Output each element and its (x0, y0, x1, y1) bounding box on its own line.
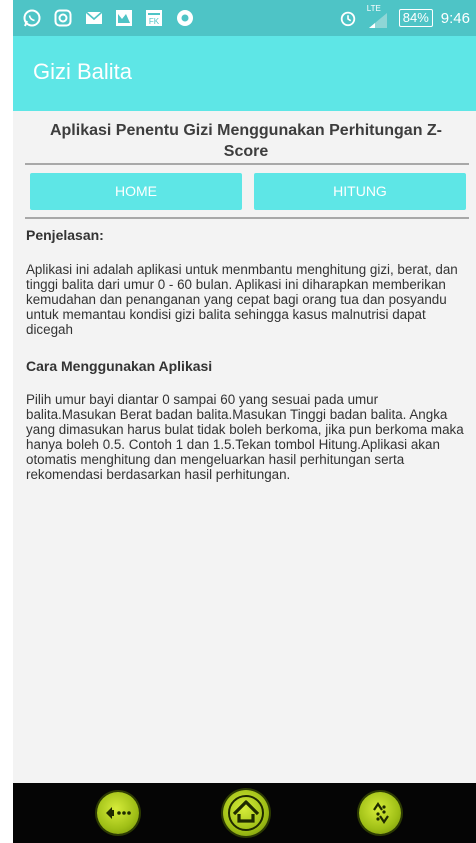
app-title: Gizi Balita (33, 59, 133, 84)
fk-app-icon: FK (146, 10, 162, 26)
gallery-icon (116, 10, 132, 26)
signal-icon: LTE (365, 4, 391, 29)
divider-bottom (25, 217, 469, 219)
section-heading-usage: Cara Menggunakan Aplikasi (26, 358, 213, 374)
recents-icon (373, 802, 389, 824)
tab-hitung[interactable]: HITUNG (254, 173, 466, 210)
back-button[interactable] (97, 792, 139, 834)
svg-text:FK: FK (149, 17, 160, 26)
home-button[interactable] (223, 790, 269, 836)
status-bar: FK LTE 84% 9:46 (13, 0, 476, 36)
app-bar: Gizi Balita (13, 36, 476, 111)
whatsapp-icon (23, 9, 41, 27)
phone-screen: FK LTE 84% 9:46 Gizi Balita Aplikasi Pen… (13, 0, 476, 843)
chrome-icon (177, 10, 193, 26)
battery-level: 84% (398, 9, 433, 27)
status-right: LTE 84% 9:46 (339, 4, 470, 30)
navigation-bar (13, 783, 476, 843)
page-subtitle: Aplikasi Penentu Gizi Menggunakan Perhit… (49, 122, 443, 160)
mail-icon (85, 11, 103, 24)
home-icon (228, 795, 264, 831)
content-area: Penjelasan: Aplikasi ini adalah aplikasi… (26, 227, 468, 483)
section-heading-explanation: Penjelasan: (26, 227, 104, 243)
recents-button[interactable] (359, 792, 401, 834)
tab-home[interactable]: HOME (30, 173, 242, 210)
instagram-icon (54, 9, 72, 27)
explanation-text: Aplikasi ini adalah aplikasi untuk menmb… (26, 262, 458, 337)
usage-text: Pilih umur bayi diantar 0 sampai 60 yang… (26, 392, 464, 482)
divider-top (25, 163, 469, 165)
alarm-icon (340, 11, 355, 27)
back-icon (106, 807, 131, 819)
clock: 9:46 (440, 9, 470, 27)
